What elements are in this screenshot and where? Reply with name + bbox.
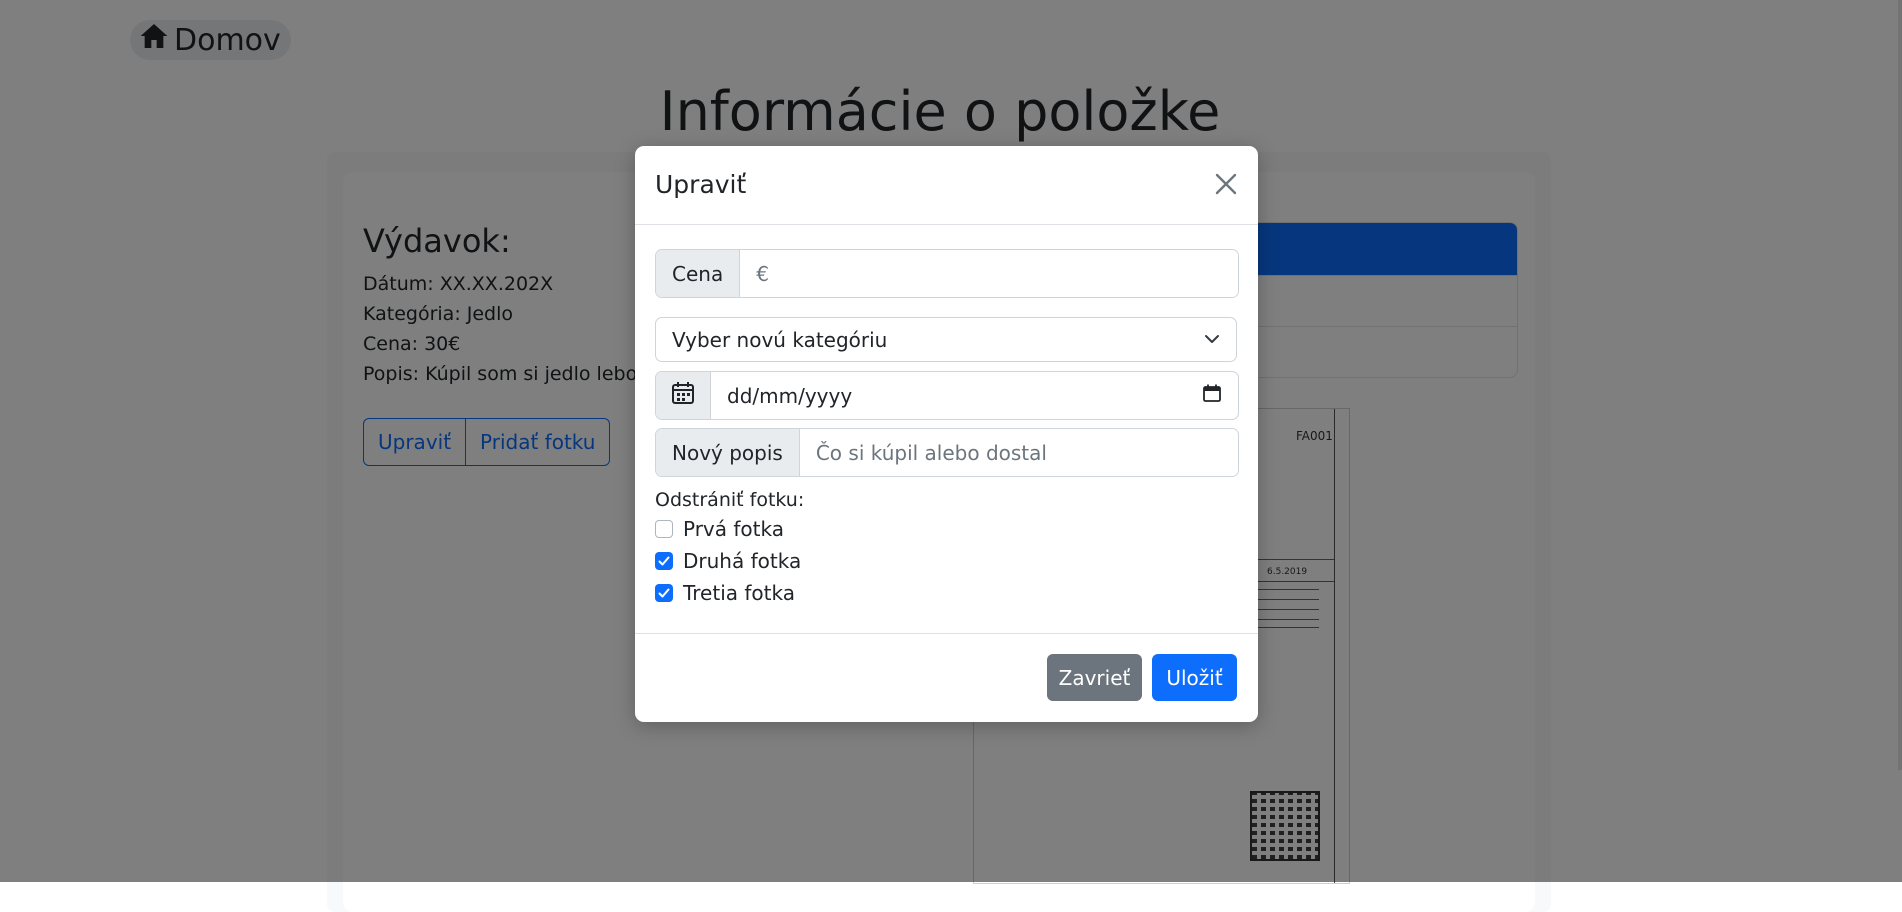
modal-title: Upraviť [655, 170, 747, 199]
calendar-addon [656, 372, 711, 419]
checkbox-checked[interactable] [655, 584, 673, 602]
description-addon: Nový popis [656, 429, 800, 476]
remove-photo-label: Odstrániť fotku: [655, 489, 805, 511]
save-button[interactable]: Uložiť [1152, 654, 1237, 701]
price-addon: Cena [656, 250, 741, 297]
date-input-group: dd/mm/yyyy [655, 371, 1239, 420]
calendar-icon [670, 380, 696, 411]
description-input[interactable] [799, 429, 1238, 476]
modal-footer: Zavrieť Uložiť [635, 633, 1258, 723]
description-input-group: Nový popis [655, 428, 1239, 477]
close-button[interactable]: Zavrieť [1047, 654, 1142, 701]
checkbox-checked[interactable] [655, 552, 673, 570]
price-input-group: Cena [655, 249, 1239, 298]
checkbox-third-photo[interactable]: Tretia fotka [655, 581, 795, 605]
checkbox-label: Prvá fotka [683, 517, 784, 541]
checkbox-second-photo[interactable]: Druhá fotka [655, 549, 801, 573]
category-select[interactable]: Vyber novú kategóriu [655, 317, 1237, 362]
modal-body: Cena Vyber novú kategóriu [635, 225, 1258, 605]
price-input[interactable] [740, 250, 1238, 297]
checkbox[interactable] [655, 520, 673, 538]
category-select-value: Vyber novú kategóriu [672, 327, 888, 352]
date-picker-icon[interactable] [1202, 383, 1222, 408]
close-icon[interactable] [1212, 170, 1240, 198]
edit-modal: Upraviť Cena Vyber novú kategóriu [635, 146, 1258, 722]
date-input-placeholder: dd/mm/yyyy [727, 383, 853, 408]
checkbox-label: Druhá fotka [683, 549, 802, 573]
checkbox-label: Tretia fotka [683, 581, 795, 605]
modal-header: Upraviť [635, 146, 1258, 225]
checkbox-first-photo[interactable]: Prvá fotka [655, 517, 784, 541]
date-input[interactable]: dd/mm/yyyy [711, 372, 1238, 419]
chevron-down-icon [1204, 328, 1220, 352]
